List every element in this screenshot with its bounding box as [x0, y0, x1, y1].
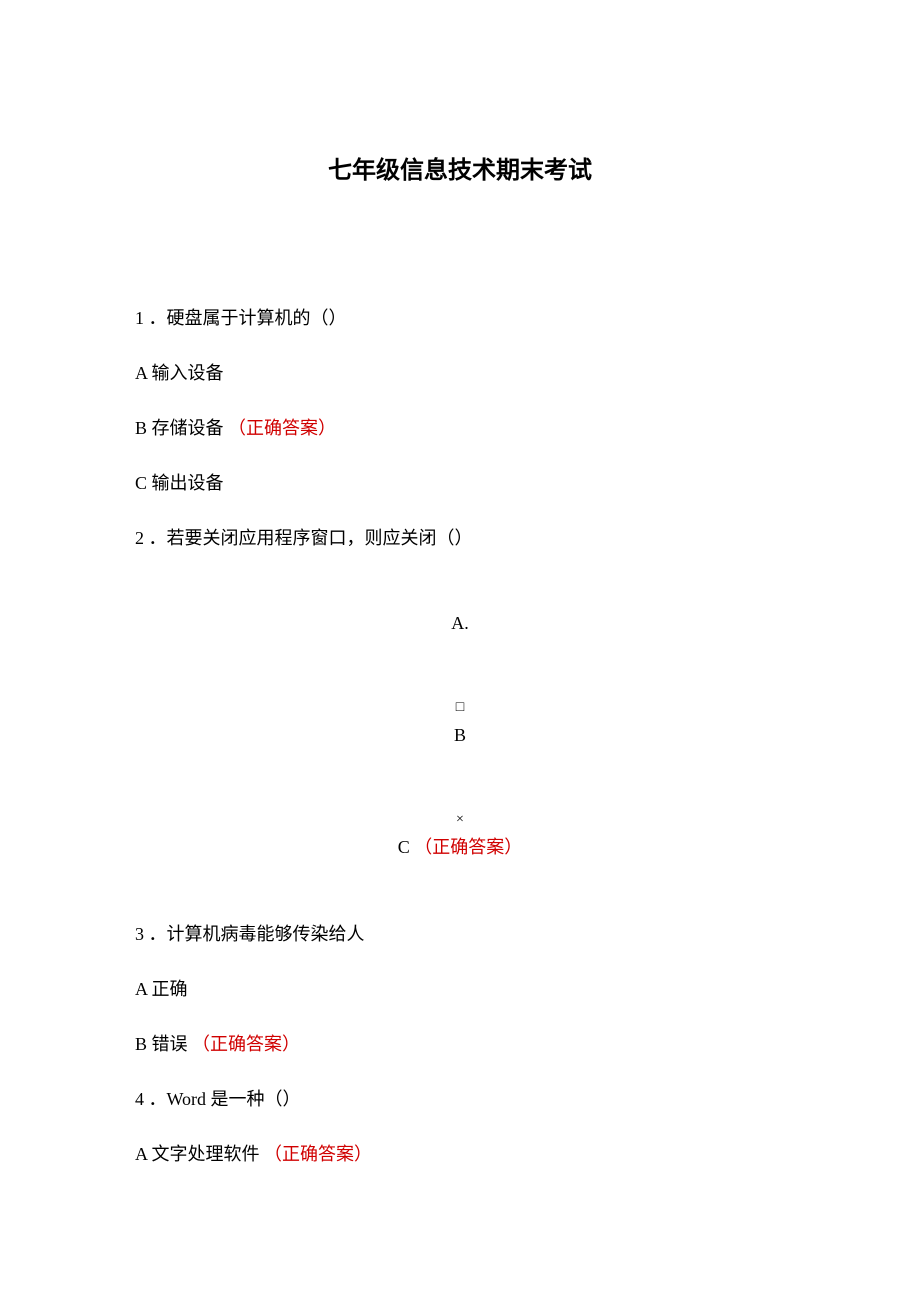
question-3-number: 3	[135, 924, 144, 944]
question-2-text: ．若要关闭应用程序窗口，则应关闭（）	[149, 528, 473, 548]
question-2-correct-mark: （正确答案）	[414, 837, 522, 857]
question-1-text: ．硬盘属于计算机的（）	[149, 308, 347, 328]
question-3-option-b: B 错误 （正确答案）	[135, 1031, 785, 1058]
question-2: 2 ．若要关闭应用程序窗口，则应关闭（）	[135, 525, 785, 552]
question-1-option-b-text: B 存储设备	[135, 418, 224, 438]
question-1: 1 ．硬盘属于计算机的（）	[135, 305, 785, 332]
question-2-option-a: A.	[135, 610, 785, 637]
question-4-option-a: A 文字处理软件 （正确答案）	[135, 1141, 785, 1168]
question-1-option-a: A 输入设备	[135, 360, 785, 387]
question-4-option-a-text: A 文字处理软件	[135, 1144, 260, 1164]
question-3: 3 ．计算机病毒能够传染给人	[135, 921, 785, 948]
document-page: 七年级信息技术期末考试 1 ．硬盘属于计算机的（） A 输入设备 B 存储设备 …	[0, 0, 920, 1168]
question-2-option-b-label: B	[135, 722, 785, 749]
question-3-option-b-text: B 错误	[135, 1034, 188, 1054]
question-1-correct-mark: （正确答案）	[228, 418, 336, 438]
page-title: 七年级信息技术期末考试	[135, 150, 785, 185]
question-3-text: ．计算机病毒能够传染给人	[149, 924, 365, 944]
question-4-correct-mark: （正确答案）	[264, 1144, 372, 1164]
question-4-number: 4	[135, 1089, 144, 1109]
question-2-option-b-symbol: □	[135, 697, 785, 718]
question-1-option-c: C 输出设备	[135, 470, 785, 497]
question-2-number: 2	[135, 528, 144, 548]
question-1-option-b: B 存储设备 （正确答案）	[135, 415, 785, 442]
question-3-correct-mark: （正确答案）	[192, 1034, 300, 1054]
question-2-option-c-symbol: ×	[135, 809, 785, 830]
question-3-option-a: A 正确	[135, 976, 785, 1003]
question-2-option-c: C （正确答案）	[135, 834, 785, 861]
question-4: 4 ．Word 是一种（）	[135, 1086, 785, 1113]
question-2-option-c-label: C	[398, 837, 410, 857]
question-1-number: 1	[135, 308, 144, 328]
question-4-text: ．Word 是一种（）	[149, 1089, 301, 1109]
